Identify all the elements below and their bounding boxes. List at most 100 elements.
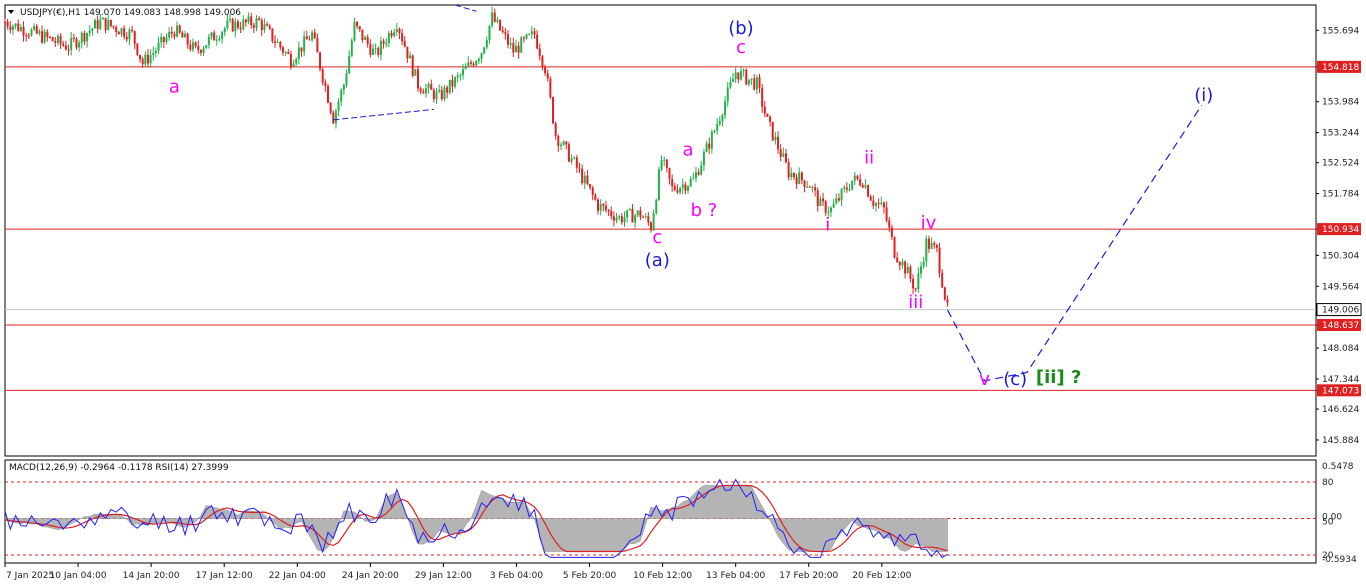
candle-body-108 [289, 53, 292, 67]
candle-body-211 [562, 141, 565, 145]
chart-canvas[interactable]: a(b)cab ?c(a)iiiiviiiv (c) [ii] ?(i) 155.6… [0, 0, 1366, 588]
indicator-pane[interactable] [4, 459, 1317, 564]
candle-body-55 [149, 55, 152, 64]
candle-body-225 [599, 203, 602, 211]
candle-body-169 [451, 79, 454, 87]
candle-body-324 [861, 185, 864, 188]
candle-207 [552, 96, 555, 125]
candle-body-179 [477, 58, 480, 61]
candle-body-283 [753, 78, 756, 90]
wave-label-0: a [169, 77, 180, 98]
candle-body-91 [244, 19, 247, 23]
candle-288 [766, 113, 769, 118]
candle-body-88 [236, 21, 239, 28]
candle-body-35 [96, 20, 99, 29]
candle-50 [136, 43, 139, 57]
price-tick-label-7: 150.304 [1322, 251, 1359, 261]
level-tag-label-0: 154.818 [1322, 63, 1359, 73]
candle-body-164 [438, 90, 441, 92]
candle-body-13 [38, 31, 41, 34]
candle-body-331 [880, 202, 883, 205]
candle-body-113 [303, 36, 306, 52]
candle-body-163 [435, 91, 438, 100]
candle-body-203 [541, 56, 544, 67]
candle-body-193 [514, 45, 517, 53]
candle-body-338 [898, 262, 901, 266]
candle-body-94 [252, 25, 255, 28]
candle-body-9 [27, 35, 30, 37]
price-tick-label-4: 152.524 [1322, 159, 1359, 169]
candle-body-100 [268, 25, 271, 29]
candle-body-34 [94, 20, 97, 29]
candle-body-355 [943, 287, 946, 300]
candle-320 [851, 180, 854, 191]
candle-body-134 [358, 26, 361, 30]
candle-body-253 [673, 186, 676, 190]
candle-body-75 [202, 48, 205, 53]
candle-body-282 [750, 78, 753, 80]
candle-body-40 [109, 20, 112, 26]
candle-body-137 [366, 37, 369, 45]
candle-body-293 [779, 149, 782, 157]
candle-body-292 [777, 136, 780, 150]
candle-body-263 [700, 165, 703, 175]
candle-body-176 [469, 62, 472, 64]
candle-body-110 [295, 59, 298, 64]
candle-body-234 [623, 217, 626, 223]
candle-body-153 [409, 55, 412, 59]
candle-body-257 [684, 184, 687, 191]
candle-body-311 [827, 212, 830, 214]
candle-body-240 [639, 210, 642, 217]
candle-body-246 [655, 199, 658, 214]
candle-body-71 [191, 42, 194, 50]
candle-body-210 [559, 144, 562, 146]
candle-body-109 [292, 63, 295, 67]
candle-body-12 [35, 26, 38, 34]
candle-body-48 [131, 29, 134, 32]
candle-body-167 [446, 87, 449, 93]
candle-body-219 [583, 175, 586, 184]
candle-body-181 [483, 47, 486, 54]
candle-body-102 [274, 41, 277, 43]
candle-body-306 [814, 187, 817, 191]
candle-body-97 [260, 20, 263, 31]
candle-body-316 [840, 189, 843, 201]
candle-body-70 [189, 44, 192, 50]
candle-body-10 [30, 29, 33, 36]
candle-body-126 [337, 101, 340, 111]
candle-body-347 [922, 261, 925, 267]
time-tick-label-5: 24 Jan 20:00 [342, 571, 399, 581]
candle-body-59 [160, 36, 163, 43]
candle-body-112 [300, 47, 303, 52]
candle-body-202 [538, 48, 541, 57]
candle-body-120 [321, 69, 324, 83]
candle-body-107 [287, 52, 290, 54]
candle-body-218 [581, 168, 584, 184]
candle-body-159 [424, 88, 427, 94]
main-price-pane[interactable]: a(b)cab ?c(a)iiiiviiiv (c) [ii] ?(i) [4, 4, 1317, 457]
candle-body-174 [464, 66, 467, 70]
candle-body-242 [644, 216, 647, 218]
candle-body-216 [575, 157, 578, 168]
candle-body-62 [168, 31, 171, 38]
candle-body-178 [475, 60, 478, 66]
candle-body-192 [512, 43, 515, 53]
candle-body-280 [745, 69, 748, 85]
candle-body-243 [647, 216, 650, 223]
candle-body-16 [46, 31, 49, 37]
candle-body-2 [9, 26, 12, 30]
candle-body-287 [763, 106, 766, 114]
candle-body-130 [348, 55, 351, 74]
candle-body-326 [867, 185, 870, 197]
candle-body-184 [491, 12, 494, 26]
candle-body-89 [239, 27, 242, 30]
candle-body-38 [104, 17, 107, 30]
candle-body-79 [213, 32, 216, 41]
candle-body-51 [139, 54, 142, 60]
candle-body-304 [808, 186, 811, 188]
indicator-tick-5: -0.5934 [1322, 555, 1357, 565]
candle-body-319 [848, 189, 851, 191]
candle-body-168 [448, 79, 451, 93]
candle-body-172 [459, 75, 462, 77]
candle-body-138 [369, 44, 372, 55]
